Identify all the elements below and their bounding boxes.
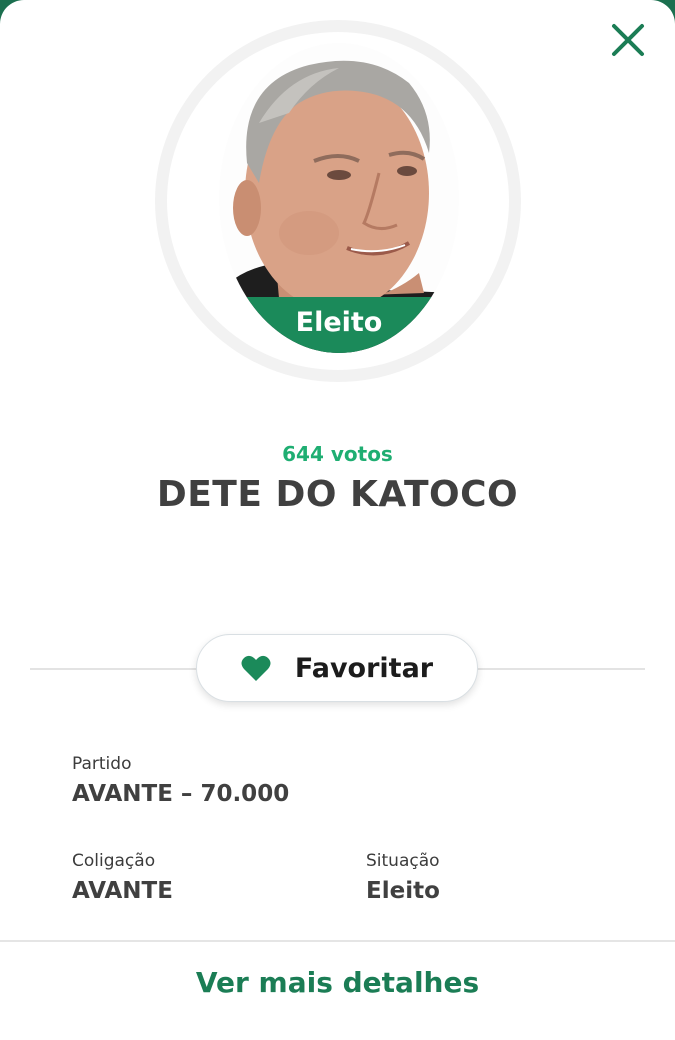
close-button[interactable] (606, 18, 650, 62)
party-value: AVANTE – 70.000 (72, 781, 290, 807)
favorite-button[interactable]: Favoritar (196, 634, 478, 702)
status-badge: Eleito (219, 297, 459, 353)
more-details-link[interactable]: Ver mais detalhes (0, 966, 675, 999)
coalition-label: Coligação (72, 851, 156, 871)
footer-divider (0, 940, 675, 942)
favorite-label: Favoritar (294, 652, 434, 684)
candidate-avatar: Eleito (219, 43, 459, 353)
heart-icon (241, 655, 271, 681)
situation-label: Situação (366, 851, 440, 871)
coalition-value: AVANTE (72, 878, 173, 904)
close-icon (612, 24, 644, 56)
situation-value: Eleito (366, 878, 440, 904)
votes-count: 644 votos (282, 442, 393, 466)
candidate-name: DETE DO KATOCO (156, 474, 519, 515)
party-label: Partido (72, 754, 132, 774)
candidate-card: Eleito 644 votos DETE DO KATOCO Favorita… (0, 0, 675, 1040)
status-badge-label: Eleito (295, 306, 383, 338)
